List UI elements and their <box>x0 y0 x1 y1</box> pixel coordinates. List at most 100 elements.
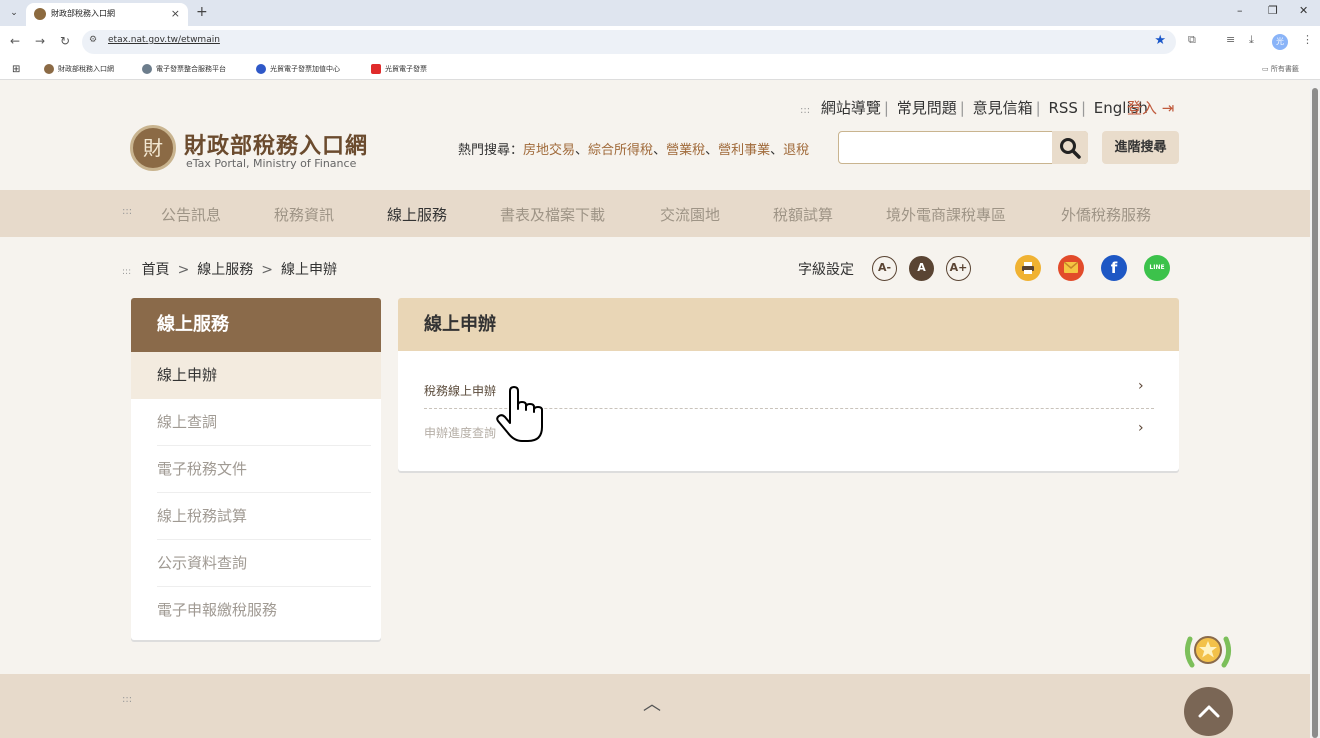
sidebar-item-e-filing-payment[interactable]: 電子申報繳稅服務 <box>131 587 381 634</box>
application-progress-link[interactable]: 申辦進度查詢 <box>424 424 496 441</box>
nav-item-cross-border-ecommerce[interactable]: 境外電商課稅專區 <box>886 204 1006 225</box>
hot-keyword-link[interactable]: 房地交易 <box>523 143 575 158</box>
url-text[interactable]: etax.nat.gov.tw/etwmain <box>108 35 220 45</box>
chevron-right-icon[interactable]: › <box>1138 378 1144 394</box>
bookmarks-bar: ⊞ 財政部稅務入口網 電子發票整合服務平台 光貿電子發票加值中心 光貿電子發票 … <box>0 58 1320 80</box>
font-size-small-button[interactable]: A- <box>872 256 897 281</box>
restore-icon[interactable]: ❐ <box>1268 4 1278 17</box>
site-settings-icon[interactable]: ⚙ <box>89 35 97 45</box>
sidebar-item-online-inquiry[interactable]: 線上查調 <box>131 399 381 446</box>
site-favicon-icon <box>34 8 46 20</box>
chevron-up-icon <box>1198 705 1219 718</box>
bookmark-item[interactable]: 光貿電子發票加值中心 <box>256 64 340 74</box>
bookmark-favicon-icon <box>371 64 381 74</box>
facebook-share-icon[interactable]: f <box>1101 255 1127 281</box>
advanced-search-button[interactable]: 進階搜尋 <box>1102 131 1179 164</box>
footer-chevron-up-icon[interactable]: ︿ <box>643 690 661 716</box>
scrollbar-thumb[interactable] <box>1312 88 1318 738</box>
mof-emblem-icon: 財 <box>130 125 176 171</box>
address-bar[interactable]: ⚙ etax.nat.gov.tw/etwmain ★ <box>82 30 1176 54</box>
all-bookmarks-folder[interactable]: ▭ 所有書籤 <box>1262 64 1299 74</box>
line-share-icon[interactable]: LINE <box>1144 255 1170 281</box>
sidebar-item-online-tax-calculation[interactable]: 線上稅務試算 <box>131 493 381 540</box>
nav-item-downloads[interactable]: 書表及檔案下載 <box>500 204 605 225</box>
minimize-icon[interactable]: – <box>1237 4 1243 17</box>
breadcrumb-current: 線上申辦 <box>281 262 338 278</box>
nav-item-tax-info[interactable]: 稅務資訊 <box>274 204 334 225</box>
hot-keyword-link[interactable]: 退稅 <box>783 143 809 158</box>
apps-grid-icon[interactable]: ⊞ <box>12 64 20 75</box>
print-icon[interactable] <box>1015 255 1041 281</box>
award-badge-icon[interactable] <box>1182 627 1234 675</box>
bookmark-star-icon[interactable]: ★ <box>1154 33 1166 48</box>
search-icon <box>1060 138 1081 159</box>
font-size-label: 字級設定 <box>798 262 854 278</box>
bookmark-favicon-icon <box>44 64 54 74</box>
nav-item-announcements[interactable]: 公告訊息 <box>161 204 221 225</box>
accesskey-dots: ::: <box>122 694 133 705</box>
bookmark-favicon-icon <box>142 64 152 74</box>
close-window-icon[interactable]: ✕ <box>1299 4 1308 17</box>
reload-icon[interactable]: ↻ <box>60 34 70 48</box>
envelope-glyph <box>1063 261 1079 273</box>
search-input[interactable] <box>838 131 1088 164</box>
bookmark-item[interactable]: 電子發票整合服務平台 <box>142 64 226 74</box>
browser-tab[interactable]: 財政部稅務入口網 × <box>26 3 188 26</box>
back-icon[interactable]: ← <box>10 34 20 48</box>
search-button[interactable] <box>1052 131 1088 164</box>
feedback-link[interactable]: 意見信箱 <box>973 99 1033 117</box>
nav-item-forum[interactable]: 交流園地 <box>660 204 720 225</box>
hot-keyword-link[interactable]: 營業稅 <box>666 143 705 158</box>
login-label: 登入 <box>1127 99 1158 117</box>
site-logo[interactable]: 財 財政部稅務入口網 eTax Portal, Ministry of Fina… <box>130 125 370 175</box>
back-to-top-button[interactable] <box>1184 687 1233 736</box>
tab-search-chevron-icon[interactable]: ⌄ <box>6 5 22 21</box>
font-size-large-button[interactable]: A+ <box>946 256 971 281</box>
footer: ::: ︿ <box>0 674 1310 738</box>
tax-online-application-link[interactable]: 稅務線上申辦 <box>424 382 496 399</box>
accesskey-dots: ::: <box>122 206 133 217</box>
faq-link[interactable]: 常見問題 <box>897 99 957 117</box>
logo-subtitle: eTax Portal, Ministry of Finance <box>186 157 357 170</box>
nav-item-foreign-tax-services[interactable]: 外僑稅務服務 <box>1061 204 1151 225</box>
forward-icon[interactable]: → <box>35 34 45 48</box>
bookmark-item[interactable]: 光貿電子發票 <box>371 64 427 74</box>
breadcrumb: ::: 首頁 > 線上服務 > 線上申辦 <box>122 262 338 278</box>
sidebar-item-online-application[interactable]: 線上申辦 <box>131 352 381 399</box>
page-scrollbar[interactable] <box>1310 80 1320 738</box>
browser-toolbar: ← → ↻ ⚙ etax.nat.gov.tw/etwmain ★ ⧉ ≡ ⤓ … <box>0 26 1320 58</box>
nav-item-online-services[interactable]: 線上服務 <box>387 204 447 225</box>
bookmark-favicon-icon <box>256 64 266 74</box>
sidebar-title: 線上服務 <box>131 298 381 352</box>
breadcrumb-home[interactable]: 首頁 <box>142 262 170 278</box>
logo-title: 財政部稅務入口網 <box>184 133 369 159</box>
sidebar: 線上服務 線上申辦 線上查調 電子稅務文件 線上稅務試算 公示資料查詢 電子申報… <box>131 298 381 640</box>
login-link[interactable]: 登入 ⇥ <box>1127 97 1174 118</box>
hot-keyword-link[interactable]: 營利事業 <box>718 143 770 158</box>
bookmark-item[interactable]: 財政部稅務入口網 <box>44 64 114 74</box>
tab-close-icon[interactable]: × <box>171 3 180 24</box>
download-icon[interactable]: ⤓ <box>1249 33 1254 47</box>
main-navigation: ::: 公告訊息 稅務資訊 線上服務 書表及檔案下載 交流園地 稅額試算 境外電… <box>0 190 1310 237</box>
email-share-icon[interactable] <box>1058 255 1084 281</box>
chevron-right-icon[interactable]: › <box>1138 420 1144 436</box>
sidebar-item-e-tax-documents[interactable]: 電子稅務文件 <box>131 446 381 493</box>
browser-tab-bar: ⌄ 財政部稅務入口網 × + – ❐ ✕ <box>0 0 1320 26</box>
web-page: ::: 網站導覽 | 常見問題 | 意見信箱 | RSS | English 登入 ⇥ … <box>0 80 1310 738</box>
nav-item-tax-calculator[interactable]: 稅額試算 <box>773 204 833 225</box>
sidebar-item-public-data-inquiry[interactable]: 公示資料查詢 <box>131 540 381 587</box>
hot-keyword-link[interactable]: 綜合所得稅 <box>588 143 653 158</box>
menu-kebab-icon[interactable]: ⋮ <box>1302 33 1313 46</box>
panel-title: 線上申辦 <box>398 298 1179 351</box>
breadcrumb-online-services[interactable]: 線上服務 <box>197 262 253 278</box>
accesskey-dots: ::: <box>122 267 132 277</box>
rss-link[interactable]: RSS <box>1048 99 1077 117</box>
hot-search-label: 熱門搜尋： <box>458 143 524 158</box>
font-size-medium-button[interactable]: A <box>909 256 934 281</box>
site-map-link[interactable]: 網站導覽 <box>821 99 881 117</box>
extensions-icon[interactable]: ⧉ <box>1188 33 1196 47</box>
profile-avatar[interactable]: 光 <box>1272 34 1288 50</box>
new-tab-button[interactable]: + <box>196 4 208 20</box>
reading-list-icon[interactable]: ≡ <box>1226 33 1235 46</box>
login-icon: ⇥ <box>1161 99 1175 117</box>
